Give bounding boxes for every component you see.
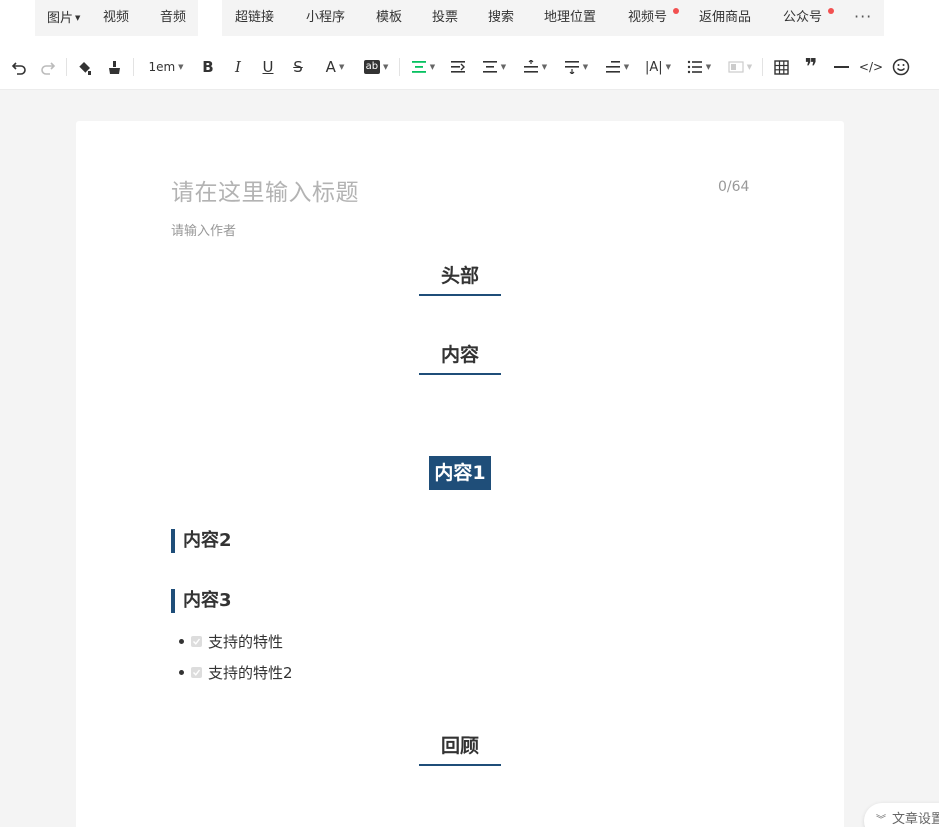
list-icon[interactable]: ▼ xyxy=(685,56,713,78)
insert-product-button[interactable]: 返佣商品 xyxy=(699,0,751,36)
list-item[interactable]: 支持的特性2 xyxy=(179,662,293,683)
indent-icon[interactable] xyxy=(449,56,467,78)
more-icon[interactable]: ··· xyxy=(854,0,872,36)
font-size-value: 1em xyxy=(148,60,176,74)
bold-icon[interactable]: B xyxy=(200,56,216,78)
bar-heading-1[interactable]: 内容2 xyxy=(171,529,232,553)
background-color-swatch: ab xyxy=(363,60,381,74)
chevron-down-icon: ▼ xyxy=(500,63,507,71)
code-icon[interactable]: </> xyxy=(859,56,883,78)
line-height-icon[interactable]: ▼ xyxy=(479,56,509,78)
redo-icon[interactable] xyxy=(39,56,57,78)
chevron-double-down-icon: ︾ xyxy=(876,815,886,826)
insert-miniprogram-button[interactable]: 小程序 xyxy=(306,0,345,36)
insert-link-button[interactable]: 超链接 xyxy=(235,0,274,36)
bar-heading-2[interactable]: 内容3 xyxy=(171,589,232,613)
article-settings-label: 文章设置 xyxy=(892,812,939,827)
chevron-down-icon: ▼ xyxy=(383,63,389,71)
insert-search-button[interactable]: 搜索 xyxy=(488,0,514,36)
account-badge xyxy=(828,8,834,14)
chevron-down-icon: ▼ xyxy=(429,63,436,71)
format-toolbar: 1em ▼ B I U S A ▼ ab ▼ ▼ ▼ ▼ ▼ ▼ |A| ▼ ▼ ▼ ❞… xyxy=(0,44,939,90)
title-counter: 0/64 xyxy=(718,179,750,195)
chevron-down-icon: ▼ xyxy=(338,63,345,71)
chevron-down-icon: ▼ xyxy=(582,63,589,71)
image-caption-icon[interactable]: ▼ xyxy=(725,56,755,78)
toolbar-divider xyxy=(399,58,400,76)
letter-spacing-icon[interactable]: |A| ▼ xyxy=(643,56,673,78)
section-title-content[interactable]: 内容 xyxy=(419,340,501,375)
checkbox-icon[interactable] xyxy=(191,636,202,647)
text-indent-icon[interactable]: ▼ xyxy=(602,56,632,78)
toolbar-divider xyxy=(66,58,67,76)
highlight-heading[interactable]: 内容1 xyxy=(429,456,491,490)
insert-video-button[interactable]: 视频 xyxy=(103,0,129,36)
channels-badge xyxy=(673,8,679,14)
table-icon[interactable] xyxy=(772,56,790,78)
insert-template-button[interactable]: 模板 xyxy=(376,0,402,36)
chevron-down-icon: ▼ xyxy=(665,63,672,71)
italic-icon[interactable]: I xyxy=(230,56,246,78)
divider-icon[interactable] xyxy=(832,56,850,78)
insert-image-label: 图片 xyxy=(47,11,74,26)
toolbar-divider xyxy=(133,58,134,76)
font-color-icon[interactable]: A ▼ xyxy=(320,56,350,78)
clear-format-icon[interactable] xyxy=(105,56,123,78)
article-settings-button[interactable]: ︾ 文章设置 xyxy=(864,803,939,827)
background-color-icon[interactable]: ab ▼ xyxy=(361,56,391,78)
align-center-icon[interactable]: ▼ xyxy=(408,56,438,78)
paragraph-spacing-after-icon[interactable]: ▼ xyxy=(561,56,591,78)
bullet-icon xyxy=(179,670,184,675)
chevron-down-icon: ▼ xyxy=(623,63,630,71)
insert-image-button[interactable]: 图片 ▼ xyxy=(47,0,80,36)
chevron-down-icon: ▼ xyxy=(75,14,81,22)
font-size-dropdown[interactable]: 1em ▼ xyxy=(144,56,188,78)
quote-icon[interactable]: ❞ xyxy=(802,55,820,80)
insert-vote-button[interactable]: 投票 xyxy=(432,0,458,36)
format-painter-icon[interactable] xyxy=(74,56,94,78)
title-input[interactable]: 请在这里输入标题 xyxy=(171,173,359,207)
author-input[interactable]: 请输入作者 xyxy=(171,220,236,239)
list-item[interactable]: 支持的特性 xyxy=(179,631,283,652)
section-title-review[interactable]: 回顾 xyxy=(419,731,501,766)
chevron-down-icon: ▼ xyxy=(178,63,184,71)
list-item-label: 支持的特性2 xyxy=(208,664,293,682)
underline-icon[interactable]: U xyxy=(260,56,276,78)
toolbar-divider xyxy=(762,58,763,76)
paragraph-spacing-before-icon[interactable]: ▼ xyxy=(520,56,550,78)
insert-account-button[interactable]: 公众号 xyxy=(783,0,822,36)
checkbox-icon[interactable] xyxy=(191,667,202,678)
bullet-icon xyxy=(179,639,184,644)
insert-channels-button[interactable]: 视频号 xyxy=(628,0,667,36)
undo-icon[interactable] xyxy=(10,56,28,78)
strikethrough-icon[interactable]: S xyxy=(290,56,306,78)
insert-audio-button[interactable]: 音频 xyxy=(160,0,186,36)
insert-location-button[interactable]: 地理位置 xyxy=(544,0,596,36)
chevron-down-icon: ▼ xyxy=(541,63,548,71)
insert-toolbar: 图片 ▼ 视频 音频 超链接 小程序 模板 投票 搜索 地理位置 视频号 返佣商品… xyxy=(0,0,939,44)
emoji-icon[interactable] xyxy=(891,56,911,78)
section-title-head[interactable]: 头部 xyxy=(419,261,501,296)
editor-card: 请在这里输入标题 0/64 请输入作者 头部 内容 内容1 内容2 内容3 支持… xyxy=(76,121,844,827)
list-item-label: 支持的特性 xyxy=(208,633,284,651)
letter-spacing-glyph: |A| xyxy=(644,59,663,75)
chevron-down-icon: ▼ xyxy=(705,63,712,71)
chevron-down-icon: ▼ xyxy=(746,63,753,71)
